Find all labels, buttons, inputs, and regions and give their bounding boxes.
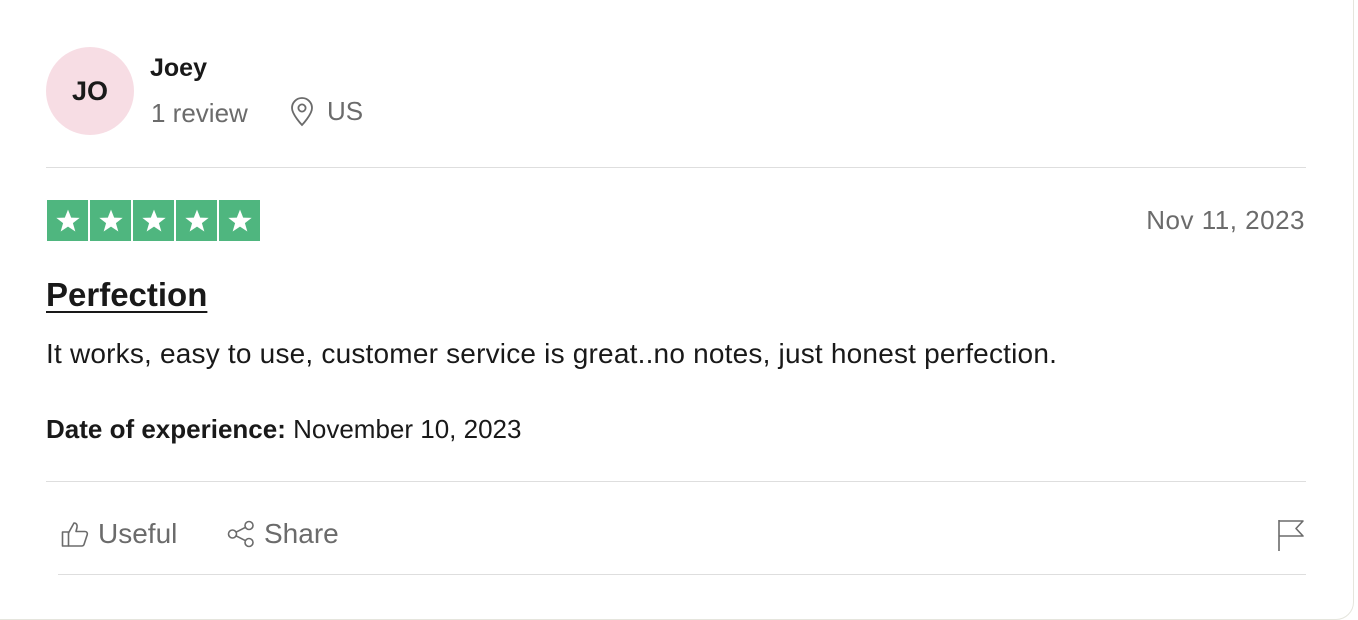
useful-label: Useful: [98, 518, 178, 549]
star-icon: [133, 200, 174, 241]
location-pin-icon: [289, 96, 315, 127]
review-count: 1 review: [151, 98, 248, 128]
flag-icon: [1276, 520, 1306, 556]
reviewer-location: US: [289, 96, 363, 127]
experience-date: November 10, 2023: [293, 414, 522, 444]
avatar-initials: JO: [71, 75, 109, 106]
reviewer-name[interactable]: Joey: [150, 54, 207, 83]
report-flag-button[interactable]: [1276, 518, 1306, 557]
divider: [46, 481, 1306, 482]
avatar[interactable]: JO: [46, 47, 134, 135]
star-icon: [90, 200, 131, 241]
share-icon: [226, 519, 256, 549]
reviewer-country: US: [327, 96, 364, 126]
divider: [46, 167, 1306, 168]
review-body: It works, easy to use, customer service …: [46, 338, 1058, 369]
star-icon: [176, 200, 217, 241]
star-icon: [47, 200, 88, 241]
review-date: Nov 11, 2023: [1146, 205, 1305, 235]
review-title[interactable]: Perfection: [46, 276, 207, 314]
star-icon: [219, 200, 260, 241]
useful-button[interactable]: Useful: [60, 518, 177, 550]
star-rating: [47, 200, 260, 241]
share-label: Share: [264, 518, 339, 549]
experience-label: Date of experience:: [46, 414, 286, 444]
divider: [58, 574, 1306, 575]
share-button[interactable]: Share: [226, 518, 339, 550]
thumbs-up-icon: [60, 519, 90, 549]
date-of-experience: Date of experience: November 10, 2023: [46, 414, 521, 445]
